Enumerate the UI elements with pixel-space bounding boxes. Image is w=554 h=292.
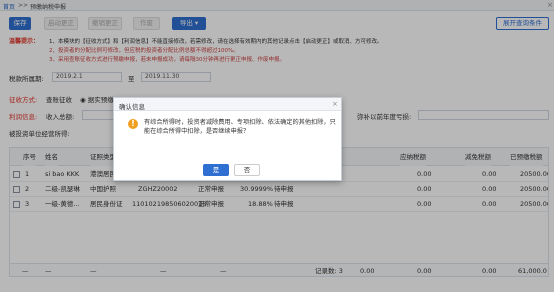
warning-icon: !	[128, 119, 138, 129]
close-icon[interactable]: ×	[332, 100, 338, 108]
dialog-titlebar: 确认信息 ×	[114, 98, 341, 111]
no-button[interactable]: 否	[234, 164, 260, 176]
confirm-dialog: 确认信息 × ! 有综合所得时，投资者减除费用、专项扣除、依法确定的其他扣除，只…	[113, 97, 342, 181]
dialog-message: 有综合所得时，投资者减除费用、专项扣除、依法确定的其他扣除，只能在综合所得中扣除…	[144, 119, 336, 135]
yes-button[interactable]: 是	[203, 164, 229, 176]
dialog-title: 确认信息	[119, 103, 145, 111]
